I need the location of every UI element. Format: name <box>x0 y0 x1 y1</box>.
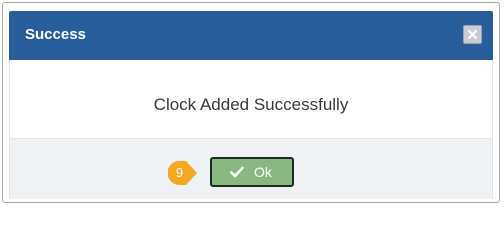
ok-button[interactable]: Ok <box>210 157 294 187</box>
close-button[interactable] <box>463 25 482 44</box>
dialog-title: Success <box>25 26 86 43</box>
close-icon <box>468 30 477 39</box>
dialog-footer: 9 Ok <box>9 138 493 199</box>
check-icon <box>230 166 244 178</box>
success-message: Clock Added Successfully <box>153 95 349 114</box>
ok-button-label: Ok <box>254 164 272 180</box>
success-dialog: Success Clock Added Successfully 9 Ok <box>2 2 500 203</box>
step-marker-number: 9 <box>175 165 184 180</box>
dialog-body: Clock Added Successfully <box>9 60 493 138</box>
step-marker-badge: 9 <box>168 159 198 187</box>
dialog-header: Success <box>9 11 493 60</box>
